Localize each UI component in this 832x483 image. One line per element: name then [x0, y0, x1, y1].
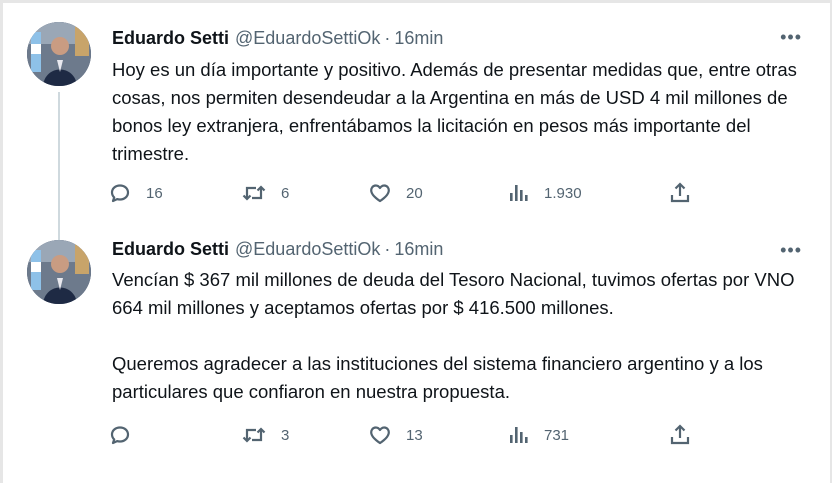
like-count: 13	[406, 426, 423, 444]
author-name[interactable]: Eduardo Setti	[112, 28, 229, 49]
more-icon[interactable]: •••	[780, 28, 802, 46]
more-icon[interactable]: •••	[780, 241, 802, 259]
reply-button[interactable]: 16	[108, 180, 163, 206]
retweet-count: 3	[281, 426, 290, 444]
retweet-button[interactable]: 6	[241, 180, 289, 206]
reply-button[interactable]	[108, 422, 146, 448]
share-button[interactable]	[668, 180, 692, 206]
tweet-header: Eduardo Setti @EduardoSettiOk · 16min	[112, 237, 443, 261]
tweet-2[interactable]: Eduardo Setti @EduardoSettiOk · 16min ••…	[0, 220, 832, 483]
tweet-text: Hoy es un día importante y positivo. Ade…	[112, 56, 812, 168]
author-handle[interactable]: @EduardoSettiOk	[235, 28, 380, 49]
like-icon	[370, 426, 390, 445]
views-icon	[510, 185, 528, 201]
author-name[interactable]: Eduardo Setti	[112, 239, 229, 260]
like-button[interactable]: 20	[368, 180, 423, 206]
retweet-count: 6	[281, 184, 290, 202]
like-button[interactable]: 13	[368, 422, 423, 448]
retweet-button[interactable]: 3	[241, 422, 289, 448]
avatar[interactable]	[27, 240, 91, 304]
views-button[interactable]: 731	[508, 422, 569, 448]
views-button[interactable]: 1.930	[508, 180, 582, 206]
like-icon	[370, 184, 390, 203]
views-count: 1.930	[544, 184, 582, 202]
action-bar: 16 6 20 1.930	[106, 180, 706, 206]
timestamp[interactable]: 16min	[394, 28, 443, 49]
separator-dot: ·	[384, 27, 391, 48]
action-bar: 3 13 731	[106, 422, 706, 448]
tweet-header: Eduardo Setti @EduardoSettiOk · 16min	[112, 26, 443, 50]
reply-icon	[110, 184, 130, 203]
tweet-paragraph: Queremos agradecer a las instituciones d…	[112, 353, 763, 402]
retweet-icon	[242, 185, 266, 201]
reply-icon	[110, 426, 130, 445]
views-icon	[510, 427, 528, 443]
tweet-paragraph: Vencían $ 367 mil millones de deuda del …	[112, 269, 795, 318]
reply-count: 16	[146, 184, 163, 202]
share-icon	[670, 424, 690, 445]
like-count: 20	[406, 184, 423, 202]
retweet-icon	[242, 427, 266, 443]
avatar-image	[27, 240, 91, 304]
author-handle[interactable]: @EduardoSettiOk	[235, 239, 380, 260]
avatar-image	[27, 22, 91, 86]
tweet-paragraph: Hoy es un día importante y positivo. Ade…	[112, 59, 797, 164]
timestamp[interactable]: 16min	[394, 239, 443, 260]
share-icon	[670, 182, 690, 203]
avatar[interactable]	[27, 22, 91, 86]
tweet-text: Vencían $ 367 mil millones de deuda del …	[112, 266, 812, 406]
tweet-1[interactable]: Eduardo Setti @EduardoSettiOk · 16min ••…	[0, 0, 832, 242]
views-count: 731	[544, 426, 570, 444]
share-button[interactable]	[668, 422, 692, 448]
separator-dot: ·	[384, 238, 391, 259]
